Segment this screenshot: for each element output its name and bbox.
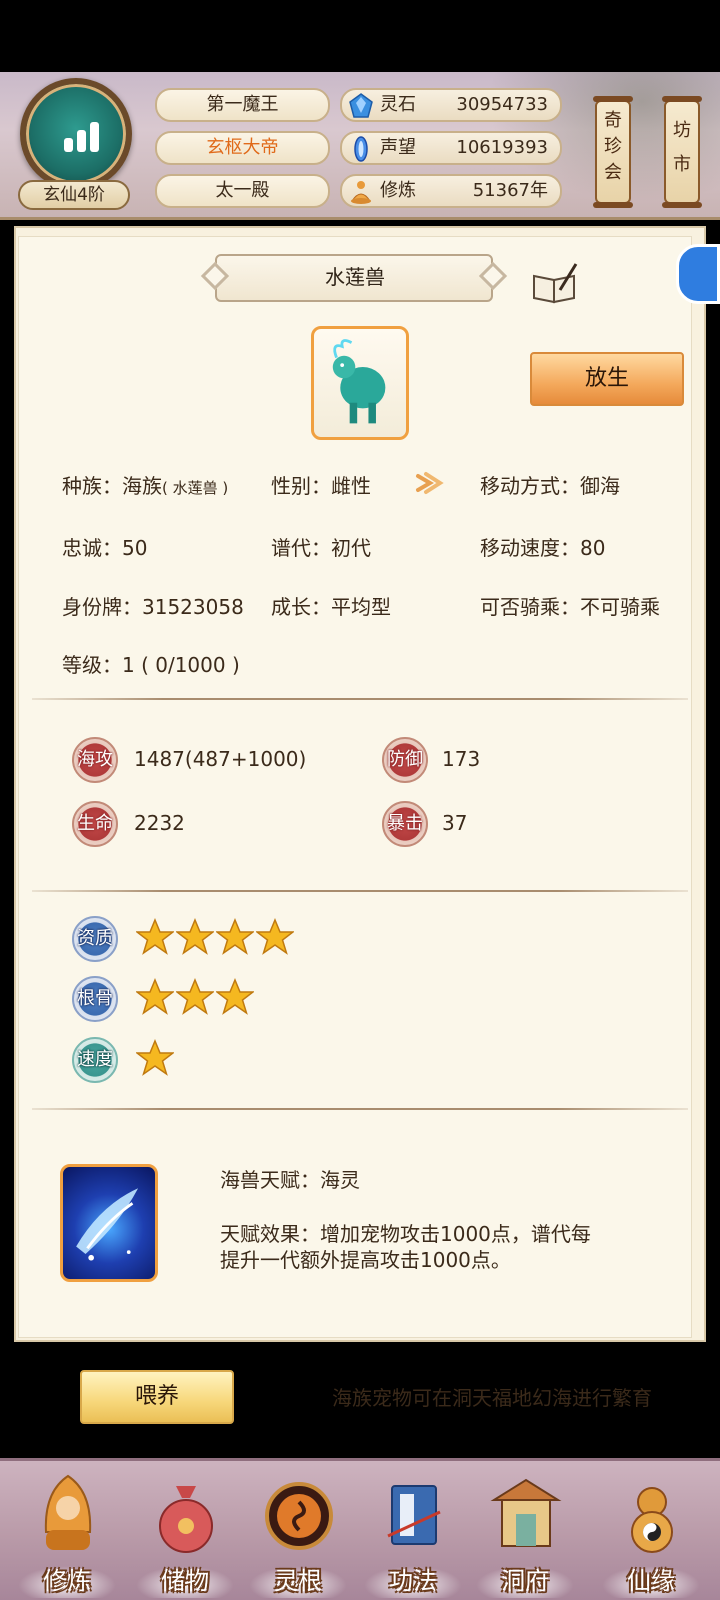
rating-badge-aptitude: 资质	[72, 916, 118, 962]
rating-badge-bone: 根骨	[72, 976, 118, 1022]
nav-label: 洞府	[501, 1567, 549, 1595]
race-field: 种族：海族( 水莲兽 )	[62, 470, 228, 499]
move-speed-field: 移动速度：80	[480, 536, 606, 560]
rating-stars-bone	[134, 978, 256, 1018]
rating-stars-aptitude	[134, 918, 296, 958]
nav-label: 灵根	[274, 1567, 322, 1595]
pavilion-icon	[490, 1478, 562, 1547]
stat-badge-attack: 海攻	[72, 737, 118, 783]
stat-value-crit: 37	[442, 811, 468, 835]
shortcut-label: 坊市	[673, 120, 691, 175]
resource-label: 灵石	[380, 94, 416, 115]
sea-spirit-icon	[76, 1188, 139, 1261]
move-mode-field: 移动方式：御海	[480, 474, 620, 498]
resource-value: 30954733	[456, 94, 548, 115]
nav-cave-dwelling[interactable]: 洞府	[470, 1462, 580, 1600]
rank-badge: 玄仙4阶	[18, 180, 130, 210]
feed-button[interactable]: 喂养	[80, 1370, 234, 1424]
section-divider	[32, 1108, 688, 1110]
nav-label: 仙缘	[627, 1567, 675, 1595]
stat-value-attack: 1487(487+1000)	[134, 747, 307, 771]
resource-value: 51367年	[472, 180, 548, 201]
gender-field: 性别：雌性	[271, 474, 371, 498]
stat-value-hp: 2232	[134, 811, 185, 835]
nav-spirit-root[interactable]: 灵根	[243, 1462, 353, 1600]
prestige-crystal-icon	[354, 136, 368, 162]
title-pill-3[interactable]: 太一殿	[155, 174, 330, 208]
meditation-icon	[351, 181, 371, 204]
spirit-root-emblem-icon	[265, 1482, 333, 1550]
star-icon	[254, 918, 296, 956]
star-icon	[134, 978, 176, 1016]
gourd-yinyang-icon	[631, 1487, 673, 1553]
level-field: 等级：1 ( 0/1000 )	[62, 653, 240, 677]
talent-sea-spirit-icon[interactable]	[60, 1164, 158, 1282]
treasure-bag-icon	[159, 1486, 213, 1553]
generation-field: 谱代：初代	[271, 536, 371, 560]
growth-field: 成长：平均型	[271, 595, 391, 619]
resource-spirit-stone[interactable]: 灵石 30954733	[340, 88, 562, 122]
treasure-auction-button[interactable]: 奇珍会	[593, 96, 633, 208]
spirit-stone-icon	[349, 93, 373, 118]
rating-stars-speed	[134, 1039, 176, 1079]
stats-bars-icon	[64, 120, 100, 152]
star-icon	[174, 918, 216, 956]
water-lotus-beast-icon	[332, 339, 386, 424]
rename-book-icon[interactable]	[530, 262, 580, 306]
side-float-tab[interactable]	[676, 244, 720, 304]
gender-switch-icon[interactable]	[412, 466, 446, 500]
resource-value: 10619393	[456, 137, 548, 158]
race-subtype: ( 水莲兽 )	[162, 479, 229, 497]
race-value: 海族	[122, 474, 162, 498]
talent-name: 海兽天赋：海灵	[220, 1168, 360, 1192]
star-icon	[214, 978, 256, 1016]
resource-label: 声望	[380, 137, 416, 158]
star-icon	[134, 918, 176, 956]
shortcut-label: 奇珍会	[604, 110, 622, 183]
star-icon	[134, 1039, 176, 1077]
cultivation-level-orb[interactable]	[20, 78, 132, 190]
pet-avatar[interactable]	[311, 326, 409, 440]
release-button[interactable]: 放生	[530, 352, 684, 406]
section-divider	[32, 698, 688, 700]
nav-immortal-fate[interactable]: 仙缘	[596, 1462, 706, 1600]
title-pill-2[interactable]: 玄枢大帝	[155, 131, 330, 165]
resource-prestige[interactable]: 声望 10619393	[340, 131, 562, 165]
stat-badge-defense: 防御	[382, 737, 428, 783]
title-pill-1[interactable]: 第一魔王	[155, 88, 330, 122]
pet-name: 水莲兽	[325, 265, 385, 289]
market-button[interactable]: 坊市	[662, 96, 702, 208]
loyalty-field: 忠诚：50	[62, 536, 148, 560]
hooded-monk-icon	[44, 1474, 92, 1550]
breeding-tip: 海族宠物可在洞天福地幻海进行繁育	[332, 1386, 652, 1410]
nav-cultivate[interactable]: 修炼	[12, 1462, 122, 1600]
stat-value-defense: 173	[442, 747, 481, 771]
talent-effect-line2: 提升一代额外提高攻击1000点。	[220, 1248, 511, 1272]
id-tag-field: 身份牌：31523058	[62, 595, 244, 619]
star-icon	[214, 918, 256, 956]
scripture-book-icon	[387, 1485, 441, 1545]
rideable-field: 可否骑乘：不可骑乘	[480, 595, 660, 619]
stat-badge-crit: 暴击	[382, 801, 428, 847]
star-icon	[174, 978, 216, 1016]
resource-label: 修炼	[380, 180, 416, 201]
nav-techniques[interactable]: 功法	[358, 1462, 468, 1600]
section-divider	[32, 890, 688, 892]
race-label: 种族：	[62, 474, 122, 498]
nav-label: 储物	[161, 1567, 209, 1595]
rating-badge-speed: 速度	[72, 1037, 118, 1083]
nav-storage[interactable]: 储物	[130, 1462, 240, 1600]
talent-effect-line1: 天赋效果：增加宠物攻击1000点，谱代每	[220, 1222, 591, 1246]
nav-label: 修炼	[43, 1567, 91, 1595]
resource-cultivation[interactable]: 修炼 51367年	[340, 174, 562, 208]
nav-label: 功法	[389, 1567, 437, 1595]
stat-badge-hp: 生命	[72, 801, 118, 847]
